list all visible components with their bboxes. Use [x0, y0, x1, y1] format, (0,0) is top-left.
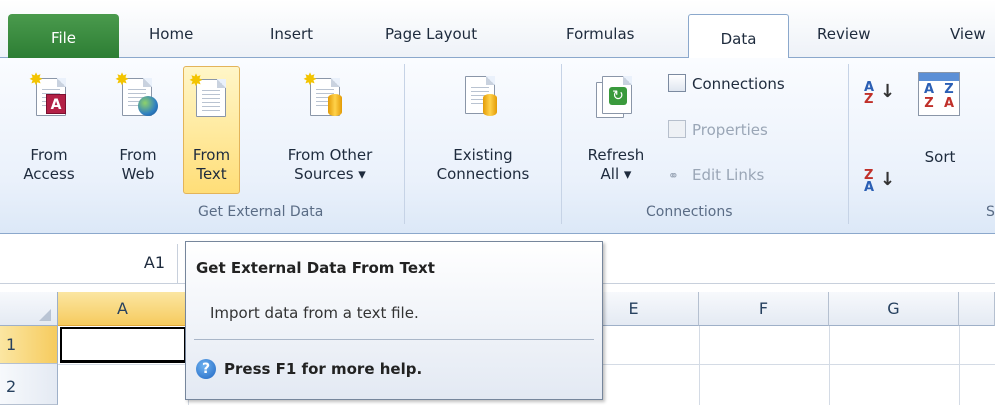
- sort-dialog-icon: AZ ZA: [918, 72, 960, 118]
- tab-view[interactable]: View: [950, 25, 986, 43]
- ribbon-tab-strip: File Home Insert Page Layout Formulas Da…: [0, 0, 995, 59]
- connections-button[interactable]: Connections: [668, 74, 785, 93]
- from-other-label-1: From Other: [287, 146, 373, 164]
- existing-connections-button[interactable]: Existing Connections: [417, 66, 549, 194]
- screentip-divider: [194, 339, 594, 340]
- group-label-get-external-data: Get External Data: [198, 204, 324, 220]
- screentip: Get External Data From Text Import data …: [185, 241, 603, 400]
- properties-label: Properties: [692, 121, 768, 139]
- access-doc-icon: ✸ A: [29, 72, 72, 122]
- from-other-sources-button[interactable]: ✸ From Other Sources ▾: [268, 66, 392, 194]
- connections-label: Connections: [692, 75, 785, 93]
- tab-page-layout[interactable]: Page Layout: [385, 25, 477, 43]
- row-header-1[interactable]: 1: [0, 326, 58, 364]
- from-web-button[interactable]: ✸ From Web: [112, 66, 164, 194]
- tab-insert[interactable]: Insert: [270, 25, 313, 43]
- column-header-partial[interactable]: [959, 292, 995, 326]
- separator: [848, 64, 849, 224]
- ribbon-data: ✸ A From Access ✸ From Web ✸ From Text ✸…: [0, 58, 995, 234]
- existing-label-1: Existing: [453, 146, 513, 164]
- tab-review[interactable]: Review: [817, 25, 871, 43]
- gridline: [959, 326, 960, 405]
- column-header-g[interactable]: G: [829, 292, 959, 326]
- properties-button[interactable]: Properties: [668, 120, 768, 139]
- tab-home[interactable]: Home: [149, 25, 193, 43]
- refresh-icon: ↻: [594, 72, 636, 122]
- screentip-description: Import data from a text file.: [210, 304, 419, 322]
- existing-label-2: Connections: [436, 165, 530, 183]
- from-text-label-1: From: [192, 146, 231, 164]
- refresh-label-2: All ▾: [600, 165, 632, 183]
- from-text-button[interactable]: ✸ From Text: [183, 66, 240, 194]
- refresh-all-button[interactable]: ↻ Refresh All ▾: [576, 66, 656, 194]
- name-box[interactable]: A1: [0, 244, 178, 284]
- gridline: [699, 326, 700, 405]
- database-doc-icon: ✸: [303, 72, 348, 122]
- from-text-label-2: Text: [196, 165, 227, 183]
- sort-label: Sort: [924, 148, 956, 166]
- tab-formulas[interactable]: Formulas: [566, 25, 634, 43]
- separator: [561, 64, 562, 224]
- from-access-label-1: From: [30, 146, 68, 164]
- separator: [404, 64, 405, 224]
- group-label-sort-filter: S: [986, 204, 995, 220]
- sort-button[interactable]: AZ ZA Sort: [912, 66, 968, 194]
- edit-links-button[interactable]: ⚭ Edit Links: [668, 166, 764, 184]
- web-doc-icon: ✸: [115, 72, 160, 122]
- from-other-label-2: Sources ▾: [294, 165, 366, 183]
- from-web-label-1: From: [119, 146, 157, 164]
- sort-ascending-button[interactable]: A Z ↓: [864, 81, 895, 106]
- tab-data[interactable]: Data: [688, 14, 789, 59]
- active-cell-a1[interactable]: [60, 327, 186, 363]
- corner-triangle-icon: [39, 309, 51, 321]
- row-header-2[interactable]: 2: [0, 364, 58, 405]
- sort-descending-button[interactable]: Z A ↓: [864, 169, 895, 194]
- text-doc-icon: ✸: [189, 73, 232, 123]
- screentip-title: Get External Data From Text: [196, 259, 435, 277]
- screentip-help-text: Press F1 for more help.: [224, 360, 423, 378]
- existing-connections-icon: [461, 72, 503, 122]
- edit-links-label: Edit Links: [692, 166, 765, 184]
- help-icon: ?: [196, 359, 216, 379]
- connections-icon: [668, 74, 686, 92]
- group-label-connections: Connections: [646, 204, 733, 220]
- gridline: [829, 326, 830, 405]
- from-access-button[interactable]: ✸ A From Access: [22, 66, 76, 194]
- column-header-a[interactable]: A: [58, 292, 188, 326]
- column-header-f[interactable]: F: [699, 292, 829, 326]
- from-web-label-2: Web: [121, 165, 155, 183]
- properties-icon: [668, 120, 686, 138]
- link-chain-icon: ⚭: [668, 169, 679, 184]
- tab-file[interactable]: File: [8, 14, 119, 58]
- select-all-corner[interactable]: [0, 292, 58, 326]
- refresh-label-1: Refresh: [587, 146, 645, 164]
- from-access-label-2: Access: [23, 165, 75, 183]
